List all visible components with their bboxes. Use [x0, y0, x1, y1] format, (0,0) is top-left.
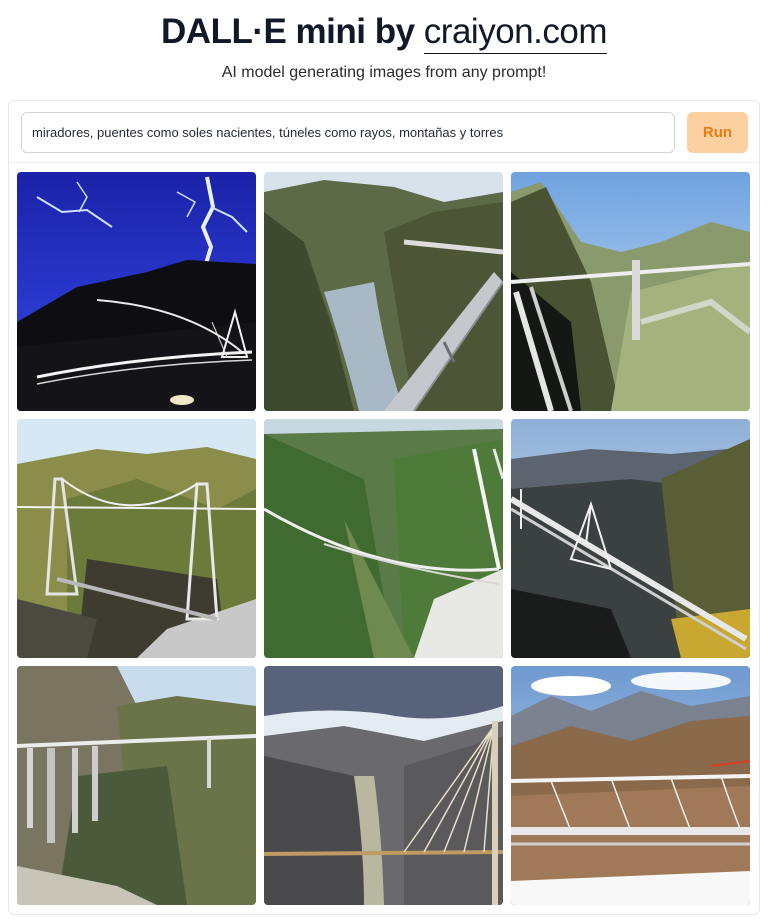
title-prefix: DALL·E mini by [161, 12, 424, 51]
result-image-5[interactable] [264, 419, 503, 658]
result-image-6[interactable] [511, 419, 750, 658]
result-image-3[interactable] [511, 172, 750, 411]
craiyon-link[interactable]: craiyon.com [423, 12, 607, 54]
result-image-1[interactable] [17, 172, 256, 411]
generator-panel: Run [8, 100, 760, 915]
prompt-row: Run [9, 101, 759, 163]
run-button[interactable]: Run [687, 112, 748, 153]
result-image-7[interactable] [17, 666, 256, 905]
prompt-input[interactable] [21, 112, 675, 153]
result-image-8[interactable] [264, 666, 503, 905]
page-subtitle: AI model generating images from any prom… [221, 64, 547, 81]
result-image-4[interactable] [17, 419, 256, 658]
page-title: DALL·E mini by craiyon.com [161, 10, 607, 54]
results-grid [17, 172, 751, 905]
result-image-9[interactable] [511, 666, 750, 905]
page-header: DALL·E mini by craiyon.com AI model gene… [0, 0, 768, 82]
result-image-2[interactable] [264, 172, 503, 411]
